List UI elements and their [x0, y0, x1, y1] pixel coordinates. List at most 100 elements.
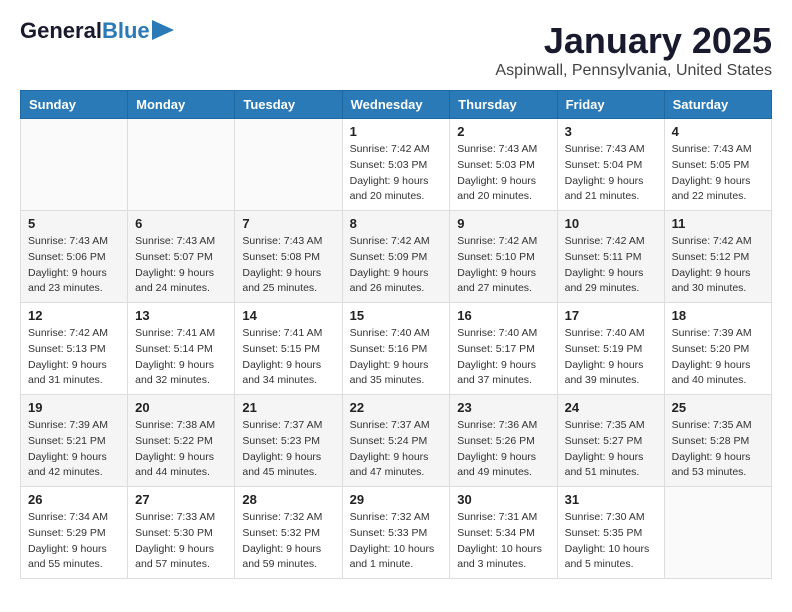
day-info: Sunrise: 7:32 AM Sunset: 5:33 PM Dayligh…	[350, 510, 443, 573]
location: Aspinwall, Pennsylvania, United States	[495, 62, 772, 80]
calendar-day-cell: 18 Sunrise: 7:39 AM Sunset: 5:20 PM Dayli…	[664, 303, 771, 395]
day-info: Sunrise: 7:41 AM Sunset: 5:14 PM Dayligh…	[135, 326, 227, 389]
day-number: 5	[28, 216, 120, 231]
day-info: Sunrise: 7:43 AM Sunset: 5:03 PM Dayligh…	[457, 142, 549, 205]
calendar-day-cell: 14Sunrise: 7:41 AM Sunset: 5:15 PM Dayli…	[235, 303, 342, 395]
day-number: 15	[350, 308, 443, 323]
day-number: 24	[565, 400, 657, 415]
calendar-day-cell: 4 Sunrise: 7:43 AM Sunset: 5:05 PM Daylig…	[664, 119, 771, 211]
day-info: Sunrise: 7:43 AM Sunset: 5:04 PM Dayligh…	[565, 142, 657, 205]
calendar-body: 1 Sunrise: 7:42 AM Sunset: 5:03 PM Daylig…	[21, 119, 772, 579]
weekday-header-cell: Thursday	[450, 91, 557, 119]
calendar-week-row: 26 Sunrise: 7:34 AM Sunset: 5:29 PM Dayli…	[21, 487, 772, 579]
calendar-day-cell: 21 Sunrise: 7:37 AM Sunset: 5:23 PM Dayli…	[235, 395, 342, 487]
day-number: 19	[28, 400, 120, 415]
day-number: 9	[457, 216, 549, 231]
day-info: Sunrise: 7:33 AM Sunset: 5:30 PM Dayligh…	[135, 510, 227, 573]
calendar-day-cell: 7 Sunrise: 7:43 AM Sunset: 5:08 PM Daylig…	[235, 211, 342, 303]
day-number: 4	[672, 124, 764, 139]
day-info: Sunrise: 7:34 AM Sunset: 5:29 PM Dayligh…	[28, 510, 120, 573]
calendar-day-cell: 31 Sunrise: 7:30 AM Sunset: 5:35 PM Dayli…	[557, 487, 664, 579]
day-number: 20	[135, 400, 227, 415]
day-number: 12	[28, 308, 120, 323]
calendar-day-cell: 20 Sunrise: 7:38 AM Sunset: 5:22 PM Dayli…	[128, 395, 235, 487]
day-number: 29	[350, 492, 443, 507]
day-info: Sunrise: 7:32 AM Sunset: 5:32 PM Dayligh…	[242, 510, 334, 573]
calendar-day-cell: 24 Sunrise: 7:35 AM Sunset: 5:27 PM Dayli…	[557, 395, 664, 487]
day-number: 3	[565, 124, 657, 139]
weekday-header-cell: Monday	[128, 91, 235, 119]
day-number: 31	[565, 492, 657, 507]
calendar-day-cell: 9 Sunrise: 7:42 AM Sunset: 5:10 PM Daylig…	[450, 211, 557, 303]
calendar-week-row: 19 Sunrise: 7:39 AM Sunset: 5:21 PM Dayli…	[21, 395, 772, 487]
day-info: Sunrise: 7:41 AM Sunset: 5:15 PM Dayligh…	[242, 326, 334, 389]
calendar-day-cell: 2 Sunrise: 7:43 AM Sunset: 5:03 PM Daylig…	[450, 119, 557, 211]
day-info: Sunrise: 7:35 AM Sunset: 5:27 PM Dayligh…	[565, 418, 657, 481]
day-info: Sunrise: 7:40 AM Sunset: 5:17 PM Dayligh…	[457, 326, 549, 389]
calendar-day-cell: 1 Sunrise: 7:42 AM Sunset: 5:03 PM Daylig…	[342, 119, 450, 211]
calendar-day-cell: 16Sunrise: 7:40 AM Sunset: 5:17 PM Dayli…	[450, 303, 557, 395]
day-number: 18	[672, 308, 764, 323]
day-info: Sunrise: 7:42 AM Sunset: 5:10 PM Dayligh…	[457, 234, 549, 297]
calendar-day-cell	[128, 119, 235, 211]
day-info: Sunrise: 7:43 AM Sunset: 5:05 PM Dayligh…	[672, 142, 764, 205]
calendar-day-cell: 13Sunrise: 7:41 AM Sunset: 5:14 PM Dayli…	[128, 303, 235, 395]
page-header: GeneralBlue January 2025 Aspinwall, Penn…	[20, 20, 772, 80]
calendar-day-cell: 11Sunrise: 7:42 AM Sunset: 5:12 PM Dayli…	[664, 211, 771, 303]
day-info: Sunrise: 7:39 AM Sunset: 5:20 PM Dayligh…	[672, 326, 764, 389]
logo-text: GeneralBlue	[20, 20, 150, 42]
day-info: Sunrise: 7:30 AM Sunset: 5:35 PM Dayligh…	[565, 510, 657, 573]
day-info: Sunrise: 7:37 AM Sunset: 5:24 PM Dayligh…	[350, 418, 443, 481]
day-info: Sunrise: 7:43 AM Sunset: 5:07 PM Dayligh…	[135, 234, 227, 297]
weekday-header-cell: Wednesday	[342, 91, 450, 119]
calendar-week-row: 5Sunrise: 7:43 AM Sunset: 5:06 PM Daylig…	[21, 211, 772, 303]
day-info: Sunrise: 7:43 AM Sunset: 5:08 PM Dayligh…	[242, 234, 334, 297]
calendar-day-cell: 8Sunrise: 7:42 AM Sunset: 5:09 PM Daylig…	[342, 211, 450, 303]
calendar-day-cell: 25 Sunrise: 7:35 AM Sunset: 5:28 PM Dayli…	[664, 395, 771, 487]
day-number: 10	[565, 216, 657, 231]
calendar-week-row: 12Sunrise: 7:42 AM Sunset: 5:13 PM Dayli…	[21, 303, 772, 395]
day-number: 23	[457, 400, 549, 415]
calendar-day-cell: 22 Sunrise: 7:37 AM Sunset: 5:24 PM Dayli…	[342, 395, 450, 487]
calendar-day-cell: 15 Sunrise: 7:40 AM Sunset: 5:16 PM Dayli…	[342, 303, 450, 395]
day-info: Sunrise: 7:42 AM Sunset: 5:03 PM Dayligh…	[350, 142, 443, 205]
day-number: 21	[242, 400, 334, 415]
title-section: January 2025 Aspinwall, Pennsylvania, Un…	[495, 20, 772, 80]
day-info: Sunrise: 7:42 AM Sunset: 5:12 PM Dayligh…	[672, 234, 764, 297]
calendar-day-cell: 12Sunrise: 7:42 AM Sunset: 5:13 PM Dayli…	[21, 303, 128, 395]
day-number: 8	[350, 216, 443, 231]
calendar-day-cell	[664, 487, 771, 579]
day-info: Sunrise: 7:42 AM Sunset: 5:11 PM Dayligh…	[565, 234, 657, 297]
day-info: Sunrise: 7:37 AM Sunset: 5:23 PM Dayligh…	[242, 418, 334, 481]
day-info: Sunrise: 7:31 AM Sunset: 5:34 PM Dayligh…	[457, 510, 549, 573]
calendar-day-cell: 5Sunrise: 7:43 AM Sunset: 5:06 PM Daylig…	[21, 211, 128, 303]
calendar-day-cell: 10 Sunrise: 7:42 AM Sunset: 5:11 PM Dayli…	[557, 211, 664, 303]
calendar-day-cell: 27 Sunrise: 7:33 AM Sunset: 5:30 PM Dayli…	[128, 487, 235, 579]
day-number: 28	[242, 492, 334, 507]
day-info: Sunrise: 7:40 AM Sunset: 5:16 PM Dayligh…	[350, 326, 443, 389]
calendar-table: SundayMondayTuesdayWednesdayThursdayFrid…	[20, 90, 772, 579]
day-info: Sunrise: 7:40 AM Sunset: 5:19 PM Dayligh…	[565, 326, 657, 389]
day-info: Sunrise: 7:35 AM Sunset: 5:28 PM Dayligh…	[672, 418, 764, 481]
weekday-header-cell: Tuesday	[235, 91, 342, 119]
logo-arrow-icon	[152, 20, 174, 40]
day-number: 2	[457, 124, 549, 139]
day-number: 26	[28, 492, 120, 507]
day-number: 17	[565, 308, 657, 323]
day-number: 27	[135, 492, 227, 507]
calendar-day-cell: 19 Sunrise: 7:39 AM Sunset: 5:21 PM Dayli…	[21, 395, 128, 487]
calendar-day-cell: 29 Sunrise: 7:32 AM Sunset: 5:33 PM Dayli…	[342, 487, 450, 579]
day-info: Sunrise: 7:39 AM Sunset: 5:21 PM Dayligh…	[28, 418, 120, 481]
calendar-day-cell: 26 Sunrise: 7:34 AM Sunset: 5:29 PM Dayli…	[21, 487, 128, 579]
day-number: 25	[672, 400, 764, 415]
calendar-week-row: 1 Sunrise: 7:42 AM Sunset: 5:03 PM Daylig…	[21, 119, 772, 211]
day-info: Sunrise: 7:38 AM Sunset: 5:22 PM Dayligh…	[135, 418, 227, 481]
day-number: 7	[242, 216, 334, 231]
day-number: 6	[135, 216, 227, 231]
day-number: 22	[350, 400, 443, 415]
weekday-header-cell: Friday	[557, 91, 664, 119]
day-number: 1	[350, 124, 443, 139]
calendar-day-cell: 30Sunrise: 7:31 AM Sunset: 5:34 PM Dayli…	[450, 487, 557, 579]
month-title: January 2025	[495, 20, 772, 62]
weekday-header-cell: Sunday	[21, 91, 128, 119]
